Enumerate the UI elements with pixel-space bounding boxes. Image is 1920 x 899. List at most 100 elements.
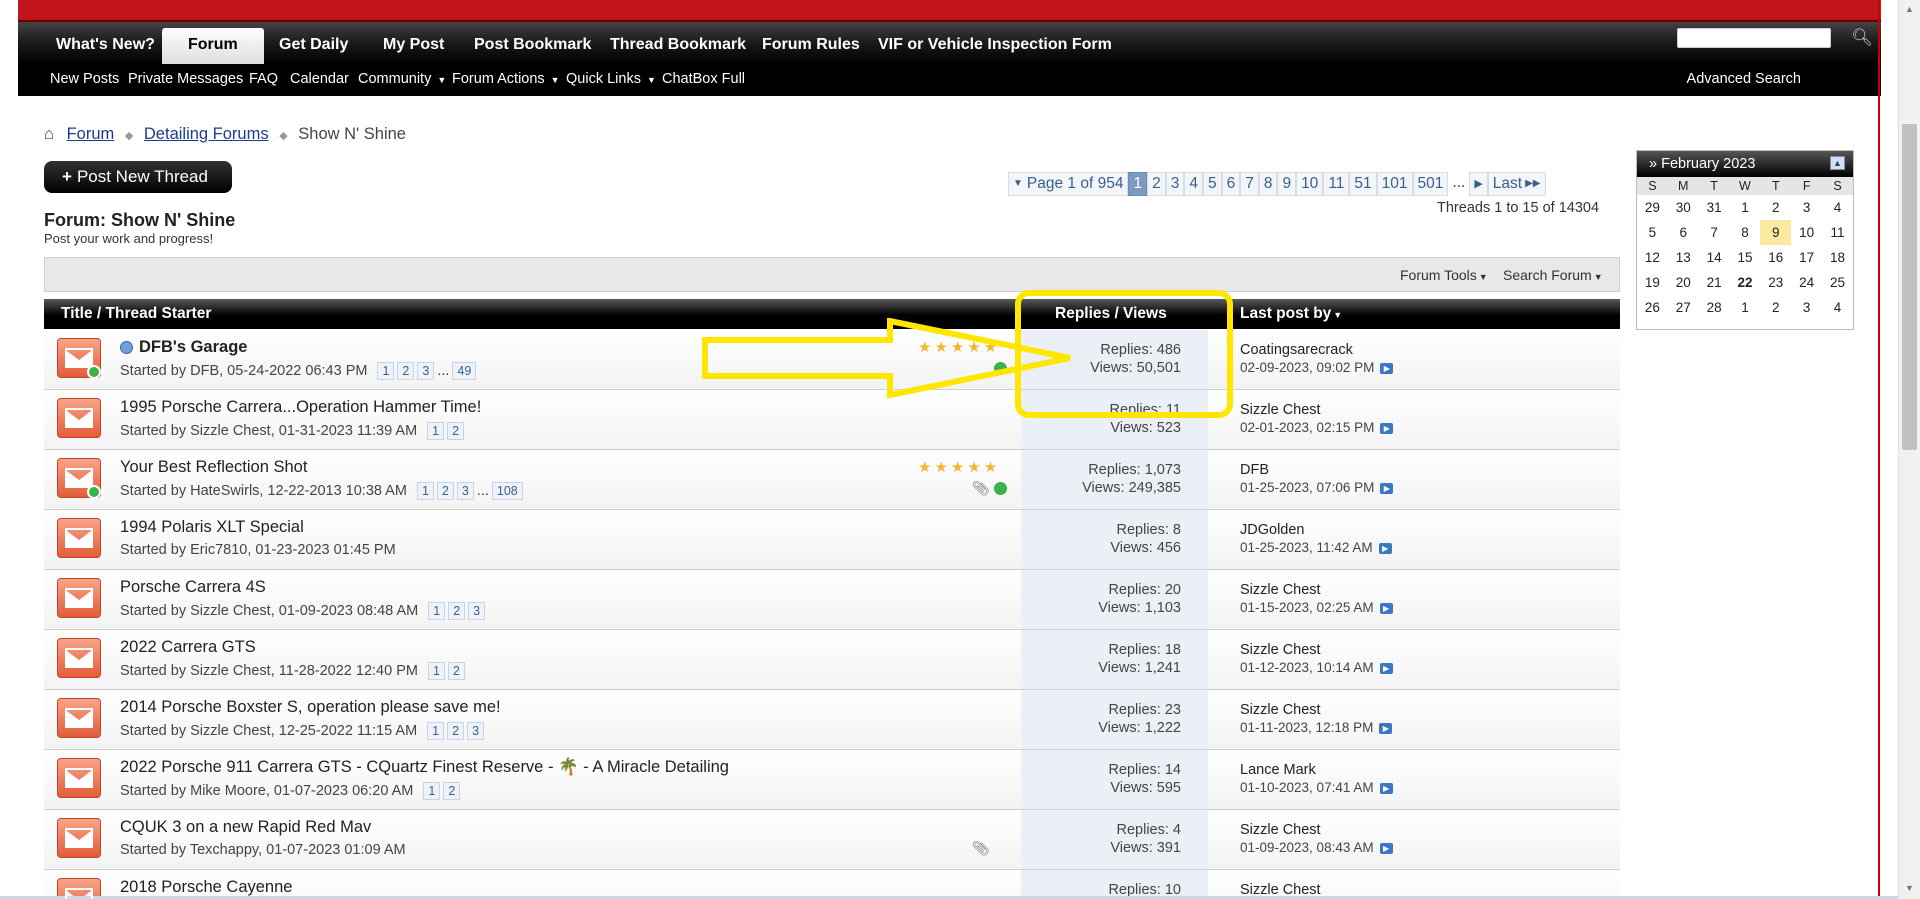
nav-chatbox-full[interactable]: ChatBox Full	[662, 71, 745, 87]
go-to-last-post-icon[interactable]: ▶	[1379, 722, 1393, 734]
page-link[interactable]: 2	[1147, 172, 1166, 196]
calendar-day[interactable]: 2	[1760, 295, 1791, 320]
calendar-title[interactable]: » February 2023	[1649, 156, 1755, 172]
calendar-day[interactable]: 28	[1699, 295, 1730, 320]
go-to-last-post-icon[interactable]: ▶	[1380, 422, 1394, 434]
tab-vif-form[interactable]: VIF or Vehicle Inspection Form	[878, 36, 1112, 54]
last-post-user[interactable]: JDGolden	[1240, 522, 1304, 538]
page-link[interactable]: 4	[1184, 172, 1203, 196]
nav-community[interactable]: Community ▼	[358, 71, 446, 87]
calendar-day[interactable]: 30	[1668, 195, 1699, 220]
calendar-day[interactable]: 24	[1791, 270, 1822, 295]
go-to-last-post-icon[interactable]: ▶	[1379, 662, 1393, 674]
table-row[interactable]: CQUK 3 on a new Rapid Red Mav Started by …	[44, 810, 1620, 870]
breadcrumb-forum[interactable]: Forum	[67, 125, 115, 143]
calendar-day[interactable]: 15	[1730, 245, 1761, 270]
thread-title[interactable]: CQUK 3 on a new Rapid Red Mav	[120, 818, 371, 837]
thread-title[interactable]: 2018 Porsche Cayenne	[120, 878, 292, 897]
advanced-search-link[interactable]: Advanced Search	[1687, 71, 1801, 87]
page-link[interactable]: 5	[1202, 172, 1222, 196]
go-to-last-post-icon[interactable]: ▶	[1379, 842, 1393, 854]
table-row[interactable]: 2018 Porsche Cayenne Replies: 10 Sizzle Ch…	[44, 870, 1620, 899]
thread-page-link[interactable]: 2	[443, 782, 461, 800]
tab-forum-rules[interactable]: Forum Rules	[762, 36, 860, 54]
calendar-day[interactable]: 21	[1699, 270, 1730, 295]
thread-page-link[interactable]: 108	[491, 482, 523, 500]
go-to-last-post-icon[interactable]: ▶	[1380, 362, 1394, 374]
nav-calendar[interactable]: Calendar	[290, 71, 349, 87]
collapse-icon[interactable]: ▲	[1830, 156, 1845, 170]
thread-page-link[interactable]: 3	[467, 722, 485, 740]
calendar-day[interactable]: 2	[1760, 195, 1791, 220]
tab-forum[interactable]: Forum	[162, 28, 264, 64]
last-post-user[interactable]: Sizzle Chest	[1240, 642, 1321, 658]
calendar-day[interactable]: 31	[1699, 195, 1730, 220]
thread-title[interactable]: 2022 Porsche 911 Carrera GTS - CQuartz F…	[120, 758, 729, 777]
page-link[interactable]: 501	[1412, 172, 1449, 196]
thread-title[interactable]: 2022 Carrera GTS	[120, 638, 256, 657]
table-row[interactable]: 2014 Porsche Boxster S, operation please…	[44, 690, 1620, 750]
thread-page-link[interactable]: 1	[423, 782, 441, 800]
thread-page-link[interactable]: 1	[427, 422, 445, 440]
nav-new-posts[interactable]: New Posts	[50, 71, 119, 87]
thread-page-link[interactable]: 2	[447, 422, 465, 440]
calendar-day[interactable]: 3	[1791, 195, 1822, 220]
scrollbar-thumb[interactable]	[1902, 124, 1917, 450]
thread-title[interactable]: 2014 Porsche Boxster S, operation please…	[120, 698, 501, 717]
tab-get-daily[interactable]: Get Daily	[279, 36, 348, 54]
page-link[interactable]: 7	[1240, 172, 1259, 196]
search-forum-dropdown[interactable]: Search Forum ▼	[1503, 267, 1603, 283]
tab-post-bookmark[interactable]: Post Bookmark	[474, 36, 591, 54]
calendar-day[interactable]: 11	[1822, 220, 1853, 245]
thread-page-link[interactable]: 1	[428, 602, 446, 620]
thread-page-link[interactable]: 1	[377, 362, 395, 380]
calendar-day[interactable]: 20	[1668, 270, 1699, 295]
last-post-user[interactable]: Lance Mark	[1240, 762, 1316, 778]
table-row[interactable]: Your Best Reflection Shot Started by Hate…	[44, 450, 1620, 510]
thread-page-link[interactable]: 2	[447, 722, 465, 740]
go-to-last-post-icon[interactable]: ▶	[1378, 542, 1392, 554]
thread-page-link[interactable]: 3	[456, 482, 474, 500]
thread-title[interactable]: 1994 Polaris XLT Special	[120, 518, 304, 537]
calendar-day[interactable]: 8	[1730, 220, 1761, 245]
calendar-day[interactable]: 22	[1730, 270, 1761, 295]
tab-thread-bookmark[interactable]: Thread Bookmark	[610, 36, 746, 54]
thread-page-link[interactable]: 2	[397, 362, 415, 380]
search-icon[interactable]: 🔍︎	[1851, 28, 1873, 48]
table-row[interactable]: 2022 Carrera GTS Started by Sizzle Chest,…	[44, 630, 1620, 690]
thread-page-link[interactable]: 2	[448, 602, 466, 620]
page-link[interactable]: 10	[1296, 172, 1324, 196]
calendar-day[interactable]: 9	[1760, 220, 1792, 245]
calendar-day[interactable]: 23	[1760, 270, 1791, 295]
nav-private-messages[interactable]: Private Messages	[128, 71, 243, 87]
calendar-day[interactable]: 12	[1637, 245, 1668, 270]
page-jump-dropdown[interactable]: ▼ Page 1 of 954	[1008, 172, 1129, 196]
tab-my-post[interactable]: My Post	[383, 36, 444, 54]
calendar-day[interactable]: 3	[1791, 295, 1822, 320]
thread-page-link[interactable]: 1	[427, 722, 445, 740]
go-to-last-post-icon[interactable]: ▶	[1380, 482, 1394, 494]
calendar-day[interactable]: 29	[1637, 195, 1668, 220]
last-page-button[interactable]: Last ▶▶	[1487, 172, 1546, 196]
calendar-day[interactable]: 14	[1699, 245, 1730, 270]
calendar-day[interactable]: 4	[1822, 195, 1853, 220]
page-link[interactable]: 9	[1277, 172, 1297, 196]
tab-whats-new[interactable]: What's New?	[56, 36, 155, 54]
table-row[interactable]: 1994 Polaris XLT Special Started by Eric7…	[44, 510, 1620, 570]
thread-page-link[interactable]: 3	[417, 362, 435, 380]
column-last-post[interactable]: Last post by ▼	[1240, 305, 1342, 323]
thread-page-link[interactable]: 2	[447, 662, 465, 680]
page-link[interactable]: 51	[1349, 172, 1377, 196]
calendar-day[interactable]: 6	[1668, 220, 1699, 245]
thread-title[interactable]: 1995 Porsche Carrera...Operation Hammer …	[120, 398, 481, 417]
calendar-day[interactable]: 7	[1699, 220, 1730, 245]
last-post-user[interactable]: Sizzle Chest	[1240, 702, 1321, 718]
go-to-last-post-icon[interactable]: ▶	[1379, 782, 1393, 794]
column-title[interactable]: Title / Thread Starter	[61, 305, 211, 323]
calendar-day[interactable]: 4	[1822, 295, 1853, 320]
next-page-button[interactable]: ▶	[1469, 172, 1488, 196]
nav-quick-links[interactable]: Quick Links ▼	[566, 71, 656, 87]
search-input[interactable]	[1677, 28, 1831, 48]
scrollbar[interactable]: ▲ ▼	[1898, 0, 1920, 899]
nav-forum-actions[interactable]: Forum Actions ▼	[452, 71, 560, 87]
